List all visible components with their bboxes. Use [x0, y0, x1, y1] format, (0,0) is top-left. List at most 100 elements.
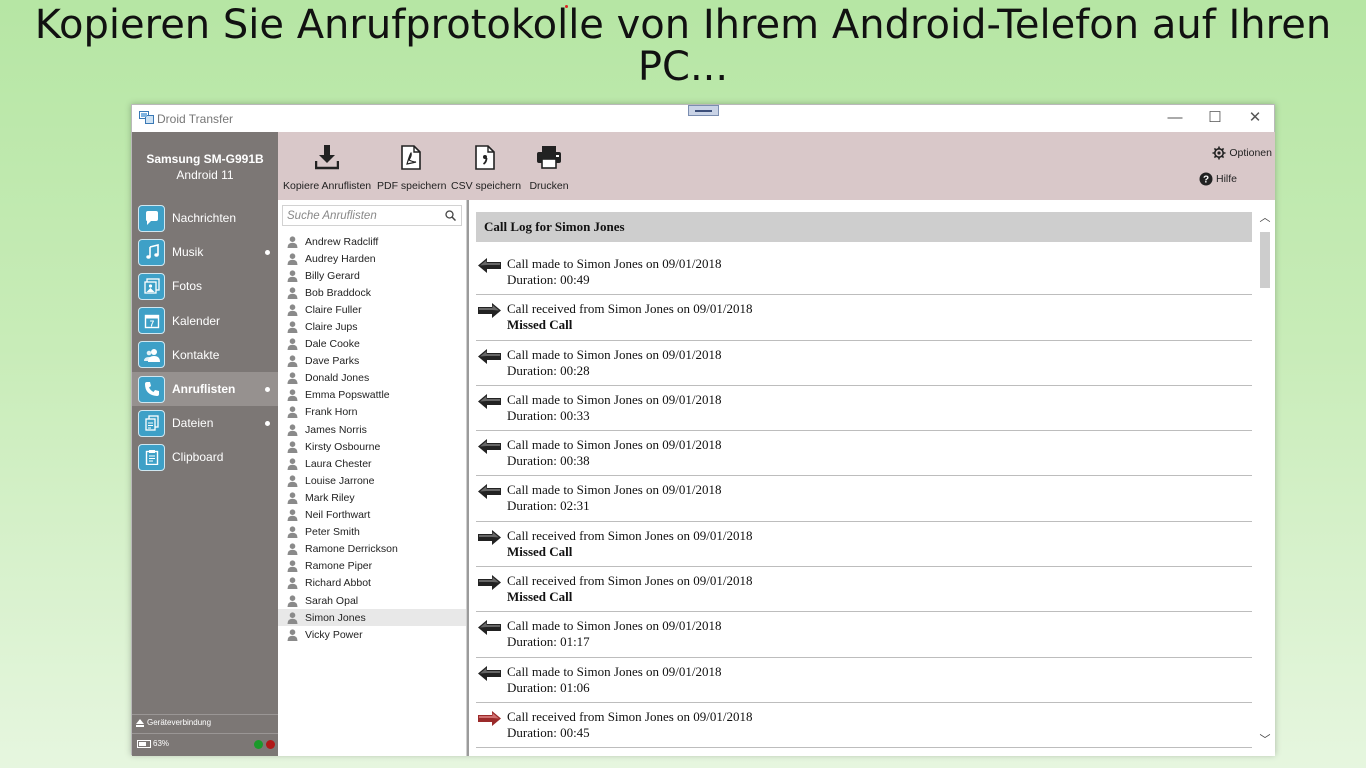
sidebar-item-anruflisten[interactable]: Anruflisten	[132, 371, 278, 407]
sidebar-item-dateien[interactable]: Dateien	[132, 406, 278, 440]
call-description: Call received from Simon Jones on 09/01/…	[507, 573, 753, 589]
contact-list-item[interactable]: Billy Gerard	[278, 267, 466, 284]
contact-name: Bob Braddock	[305, 286, 371, 299]
sidebar-item-clipboard[interactable]: Clipboard	[132, 440, 278, 474]
contact-list-item[interactable]: Richard Abbot	[278, 575, 466, 592]
contact-list-item[interactable]: Ramone Derrickson	[278, 541, 466, 558]
contact-name: Sarah Opal	[305, 594, 359, 607]
contact-list-item[interactable]: Donald Jones	[278, 370, 466, 387]
person-icon	[287, 509, 298, 522]
missed-call-arrow-icon	[478, 574, 501, 591]
maximize-button[interactable]: ☐	[1195, 105, 1235, 132]
sidebar-item-label: Clipboard	[172, 450, 224, 465]
contact-list-item[interactable]: Louise Jarrone	[278, 472, 466, 489]
call-duration: Duration: 00:49	[507, 272, 590, 287]
call-duration: Duration: 01:06	[507, 679, 590, 695]
sidebar-item-label: Fotos	[172, 279, 203, 294]
contact-list-item[interactable]: Claire Jups	[278, 318, 466, 335]
person-icon	[287, 458, 298, 470]
person-icon	[287, 338, 298, 351]
contact-list-item[interactable]: Andrew Radcliff	[278, 233, 466, 250]
save-pdf-button[interactable]: PDF speichern	[377, 143, 446, 192]
call-description: Call made to Simon Jones on 09/01/2018	[507, 618, 722, 634]
contact-list-item[interactable]: Peter Smith	[278, 524, 466, 541]
window-grip-handle[interactable]	[688, 105, 719, 116]
scrollbar-thumb[interactable]	[1260, 232, 1270, 288]
contact-list-item[interactable]: Ramone Piper	[278, 558, 466, 575]
outgoing-call-arrow-icon	[478, 393, 501, 410]
contact-list-item[interactable]: Audrey Harden	[278, 250, 466, 267]
contact-list-item[interactable]: Mark Riley	[278, 489, 466, 506]
sidebar-item-fotos[interactable]: Fotos	[132, 269, 278, 303]
contact-list-item[interactable]: Dave Parks	[278, 353, 466, 370]
call-log-entry: Call received from Simon Jones on 09/01/…	[476, 522, 1252, 568]
contacts-icon	[138, 341, 165, 369]
call-log-header: Call Log for Simon Jones	[476, 212, 1252, 242]
outgoing-call-arrow-icon	[478, 619, 501, 636]
contact-list-item[interactable]: Dale Cooke	[278, 336, 466, 353]
droid-transfer-app-icon	[139, 111, 154, 124]
promo-headline: Kopieren Sie Anrufprotokolle von Ihrem A…	[34, 2, 1332, 90]
contact-list-item[interactable]: Neil Forthwart	[278, 507, 466, 524]
sidebar-item-kontakte[interactable]: Kontakte	[132, 338, 278, 372]
search-input[interactable]	[283, 206, 433, 226]
search-icon[interactable]	[445, 210, 456, 221]
battery-icon	[137, 739, 151, 748]
sidebar-nav: Nachrichten Musik Fotos 7 Kalender Kontakte An…	[132, 201, 278, 475]
sidebar-divider	[132, 714, 278, 715]
contact-list-item[interactable]: Laura Chester	[278, 455, 466, 472]
contact-list-item[interactable]: James Norris	[278, 421, 466, 438]
minimize-button[interactable]: —	[1155, 105, 1195, 132]
scroll-down-chevron-icon[interactable]: ﹀	[1259, 734, 1271, 746]
svg-text:7: 7	[149, 319, 154, 328]
contact-list-item[interactable]: Claire Fuller	[278, 301, 466, 318]
contact-list-pane: Andrew Radcliff Audrey Harden Billy Gerard…	[278, 200, 467, 756]
sidebar-item-label: Kalender	[172, 313, 221, 328]
scrollbar[interactable]: ︿ ﹀	[1256, 208, 1273, 748]
save-csv-label: CSV speichern	[451, 180, 522, 192]
contact-list-item[interactable]: Sarah Opal	[278, 592, 466, 609]
copy-call-logs-label: Kopiere Anruflisten	[283, 180, 372, 192]
device-connection-label: Geräteverbindung	[147, 718, 212, 727]
sidebar-divider-bottom	[132, 733, 278, 734]
call-log-entry: Call made to Simon Jones on 09/01/2018 Du…	[476, 612, 1252, 658]
print-button[interactable]: Drucken	[524, 143, 574, 192]
call-duration: Duration: 00:33	[507, 407, 590, 423]
contact-name: Dale Cooke	[305, 338, 360, 351]
contact-list-item[interactable]: Frank Horn	[278, 404, 466, 421]
outgoing-call-arrow-icon	[478, 257, 501, 274]
options-button[interactable]: Optionen	[1212, 146, 1272, 160]
copy-call-logs-button[interactable]: Kopiere Anruflisten	[283, 143, 371, 192]
contact-list-item[interactable]: Emma Popswattle	[278, 387, 466, 404]
contact-list-item[interactable]: Vicky Power	[278, 626, 466, 643]
close-button[interactable]: ✕	[1235, 105, 1275, 132]
save-csv-button[interactable]: CSV speichern	[451, 143, 522, 192]
csv-file-icon	[475, 144, 495, 170]
pdf-file-icon	[401, 144, 421, 170]
sidebar: Samsung SM-G991B Android 11 Nachrichten M…	[132, 132, 278, 756]
sidebar-item-nachrichten[interactable]: Nachrichten	[132, 201, 278, 235]
scroll-up-chevron-icon[interactable]: ︿	[1259, 212, 1271, 224]
call-log-entry: Call made to Simon Jones on 09/01/2018 Du…	[476, 341, 1252, 386]
call-duration: Duration: 01:17	[507, 634, 590, 650]
missed-call-label: Missed Call	[507, 317, 573, 333]
status-led-red	[266, 740, 275, 749]
contact-list: Andrew Radcliff Audrey Harden Billy Gerard…	[278, 233, 466, 643]
help-button[interactable]: ? Hilfe	[1199, 172, 1237, 186]
person-icon	[287, 355, 298, 368]
call-log-entry: Call received from Simon Jones on 09/01/…	[476, 295, 1252, 341]
sidebar-item-label: Nachrichten	[172, 211, 237, 226]
contact-list-item[interactable]: Kirsty Osbourne	[278, 438, 466, 455]
call-description: Call received from Simon Jones on 09/01/…	[507, 527, 753, 543]
toolbar: Kopiere Anruflisten PDF speichern CSV sp…	[278, 132, 1275, 200]
contact-name: Neil Forthwart	[305, 509, 371, 522]
call-log-entry: Call received from Simon Jones on 09/01/…	[476, 703, 1252, 749]
search-box[interactable]	[282, 205, 462, 226]
device-connection-button[interactable]: Geräteverbindung	[136, 718, 211, 727]
contact-list-item[interactable]: Simon Jones	[278, 609, 466, 627]
sidebar-item-musik[interactable]: Musik	[132, 235, 278, 269]
person-icon	[287, 594, 298, 607]
contact-list-item[interactable]: Bob Braddock	[278, 284, 466, 301]
sidebar-item-kalender[interactable]: 7 Kalender	[132, 304, 278, 338]
call-description: Call made to Simon Jones on 09/01/2018	[507, 391, 722, 407]
